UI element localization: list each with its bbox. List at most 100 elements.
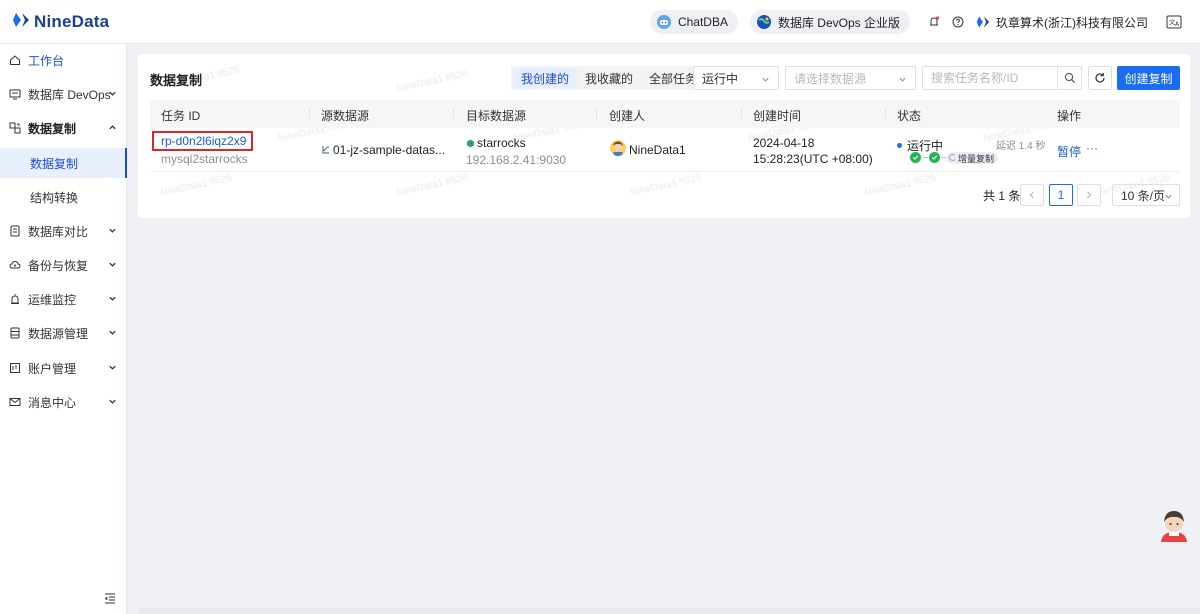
sidebar-item-devops[interactable]: 数据库 DevOps xyxy=(0,78,127,110)
tab-my-created[interactable]: 我创建的 xyxy=(513,68,578,88)
tab-my-favorites[interactable]: 我收藏的 xyxy=(577,68,641,88)
company-logo-icon xyxy=(976,16,990,28)
task-scope-tabs: 我创建的 我收藏的 全部任务 xyxy=(511,66,708,90)
bottom-strip xyxy=(138,608,1200,614)
status-dot xyxy=(897,143,902,148)
status-select-value: 运行中 xyxy=(702,71,739,86)
column-divider xyxy=(741,108,742,120)
watermark-text: NineData1 9526 xyxy=(395,68,469,95)
chevron-down-icon xyxy=(108,294,117,303)
chatdba-label: ChatDBA xyxy=(677,15,728,29)
page-size-select[interactable]: 10 条/页 xyxy=(1112,184,1180,206)
company-switcher[interactable]: 玖章算术(浙江)科技有限公司 xyxy=(976,14,1148,31)
more-actions-button[interactable]: ··· xyxy=(1086,141,1098,155)
page-number-button[interactable]: 1 xyxy=(1049,184,1073,206)
svg-text:A: A xyxy=(1175,21,1180,28)
assistant-avatar-icon[interactable] xyxy=(1158,508,1190,542)
sidebar-item-replication[interactable]: 数据复制 xyxy=(0,112,127,144)
task-search-input[interactable] xyxy=(923,67,1057,89)
stage-check-icon xyxy=(910,152,921,163)
column-divider xyxy=(309,108,310,120)
chevron-left-icon xyxy=(1029,191,1034,199)
sidebar-subitem-schema-conversion[interactable]: 结构转换 xyxy=(0,182,127,212)
pause-button[interactable]: 暂停 xyxy=(1057,143,1081,160)
refresh-button[interactable] xyxy=(1088,66,1112,90)
column-header: 创建人 xyxy=(609,109,646,123)
account-icon xyxy=(9,362,21,374)
chatdba-button[interactable]: ChatDBA xyxy=(649,10,738,34)
mail-icon xyxy=(9,396,21,408)
ninedata-logo-icon xyxy=(12,11,30,32)
sidebar-item-workbench[interactable]: 工作台 xyxy=(0,44,127,76)
sidebar-item-account[interactable]: 账户管理 xyxy=(0,352,127,384)
datasource-select[interactable]: 请选择数据源 xyxy=(785,66,916,90)
stage-connector xyxy=(923,157,928,158)
chevron-down-icon xyxy=(108,397,117,406)
chevron-down-icon xyxy=(108,328,117,337)
home-icon xyxy=(9,54,21,66)
chevron-down-icon xyxy=(108,89,117,98)
search-icon[interactable] xyxy=(1057,67,1081,89)
chevron-down-icon xyxy=(761,75,770,84)
page-title: 数据复制 xyxy=(150,73,203,88)
devops-edition-button[interactable]: 数据库 DevOps 企业版 xyxy=(749,10,910,34)
target-datasource-name[interactable]: starrocks xyxy=(477,136,526,150)
create-replication-button[interactable]: 创建复制 xyxy=(1117,66,1180,90)
column-divider xyxy=(885,108,886,120)
notification-bell-icon[interactable] xyxy=(928,16,940,28)
column-header: 源数据源 xyxy=(321,109,370,123)
task-id-link[interactable]: rp-d0n2l6iqz2x9 xyxy=(161,134,246,148)
status-select[interactable]: 运行中 xyxy=(693,66,779,90)
sidebar-subitem-replication[interactable]: 数据复制 xyxy=(0,148,127,178)
sidebar-item-datasource[interactable]: 数据源管理 xyxy=(0,317,127,349)
help-icon[interactable] xyxy=(952,16,964,28)
collapse-sidebar-icon[interactable] xyxy=(104,592,116,604)
company-name: 玖章算术(浙江)科技有限公司 xyxy=(996,15,1148,30)
chevron-right-icon xyxy=(1087,191,1092,199)
chevron-down-icon xyxy=(108,363,117,372)
top-header: NineData ChatDBA 数据库 DevOps 企业版 玖章算术(浙江)… xyxy=(0,0,1200,44)
cloud-backup-icon xyxy=(9,259,21,271)
monitor-icon xyxy=(9,88,21,100)
target-datasource-address: 192.168.2.41:9030 xyxy=(466,153,567,167)
sidebar-item-label: 工作台 xyxy=(28,53,65,68)
task-search xyxy=(922,66,1082,90)
source-datasource[interactable]: 01-jz-sample-datas... xyxy=(333,143,445,157)
avatar xyxy=(610,140,626,156)
logo[interactable]: NineData xyxy=(12,11,109,32)
ai-robot-icon xyxy=(656,14,672,30)
alarm-icon xyxy=(9,293,21,305)
sidebar-item-label: 运维监控 xyxy=(28,292,77,307)
sidebar-item-compare[interactable]: 数据库对比 xyxy=(0,215,127,247)
devops-edition-label: 数据库 DevOps 企业版 xyxy=(777,15,900,30)
watermark-text: NineData1 9526 xyxy=(159,172,233,199)
column-divider xyxy=(596,108,597,120)
sidebar-item-label: 消息中心 xyxy=(28,395,77,410)
source-datasource-icon xyxy=(321,144,331,158)
table-row: rp-d0n2l6iqz2x9 mysql2starrocks 01-jz-sa… xyxy=(150,128,1180,172)
page-size-value: 10 条/页 xyxy=(1121,188,1166,203)
chevron-up-icon xyxy=(108,123,117,132)
sidebar-item-monitoring[interactable]: 运维监控 xyxy=(0,283,127,315)
delay-text: 延迟 1.4 秒 xyxy=(996,141,1046,152)
sidebar-item-messages[interactable]: 消息中心 xyxy=(0,386,127,418)
column-header: 操作 xyxy=(1057,109,1082,123)
created-date: 2024-04-18 xyxy=(753,136,815,150)
language-switch-icon[interactable]: 文 A xyxy=(1166,14,1182,30)
column-header: 状态 xyxy=(897,109,922,123)
sidebar-item-label: 数据源管理 xyxy=(28,326,89,341)
prev-page-button[interactable] xyxy=(1020,184,1044,206)
sidebar-subitem-label: 数据复制 xyxy=(30,156,79,171)
chevron-down-icon xyxy=(108,226,117,235)
sidebar-subitem-label: 结构转换 xyxy=(30,190,79,205)
sidebar-item-label: 备份与恢复 xyxy=(28,258,89,273)
sidebar-item-label: 数据库 DevOps xyxy=(28,87,111,102)
watermark-text: NineData1 9526 xyxy=(863,172,937,199)
datasource-select-placeholder: 请选择数据源 xyxy=(794,71,867,86)
incremental-stage-label: 增量复制 xyxy=(958,153,995,164)
next-page-button[interactable] xyxy=(1077,184,1101,206)
pagination-total: 共 1 条 xyxy=(983,188,1021,203)
logo-text: NineData xyxy=(34,11,110,31)
sidebar-item-backup[interactable]: 备份与恢复 xyxy=(0,249,127,281)
incremental-stage-badge: 增量复制 xyxy=(946,152,999,164)
